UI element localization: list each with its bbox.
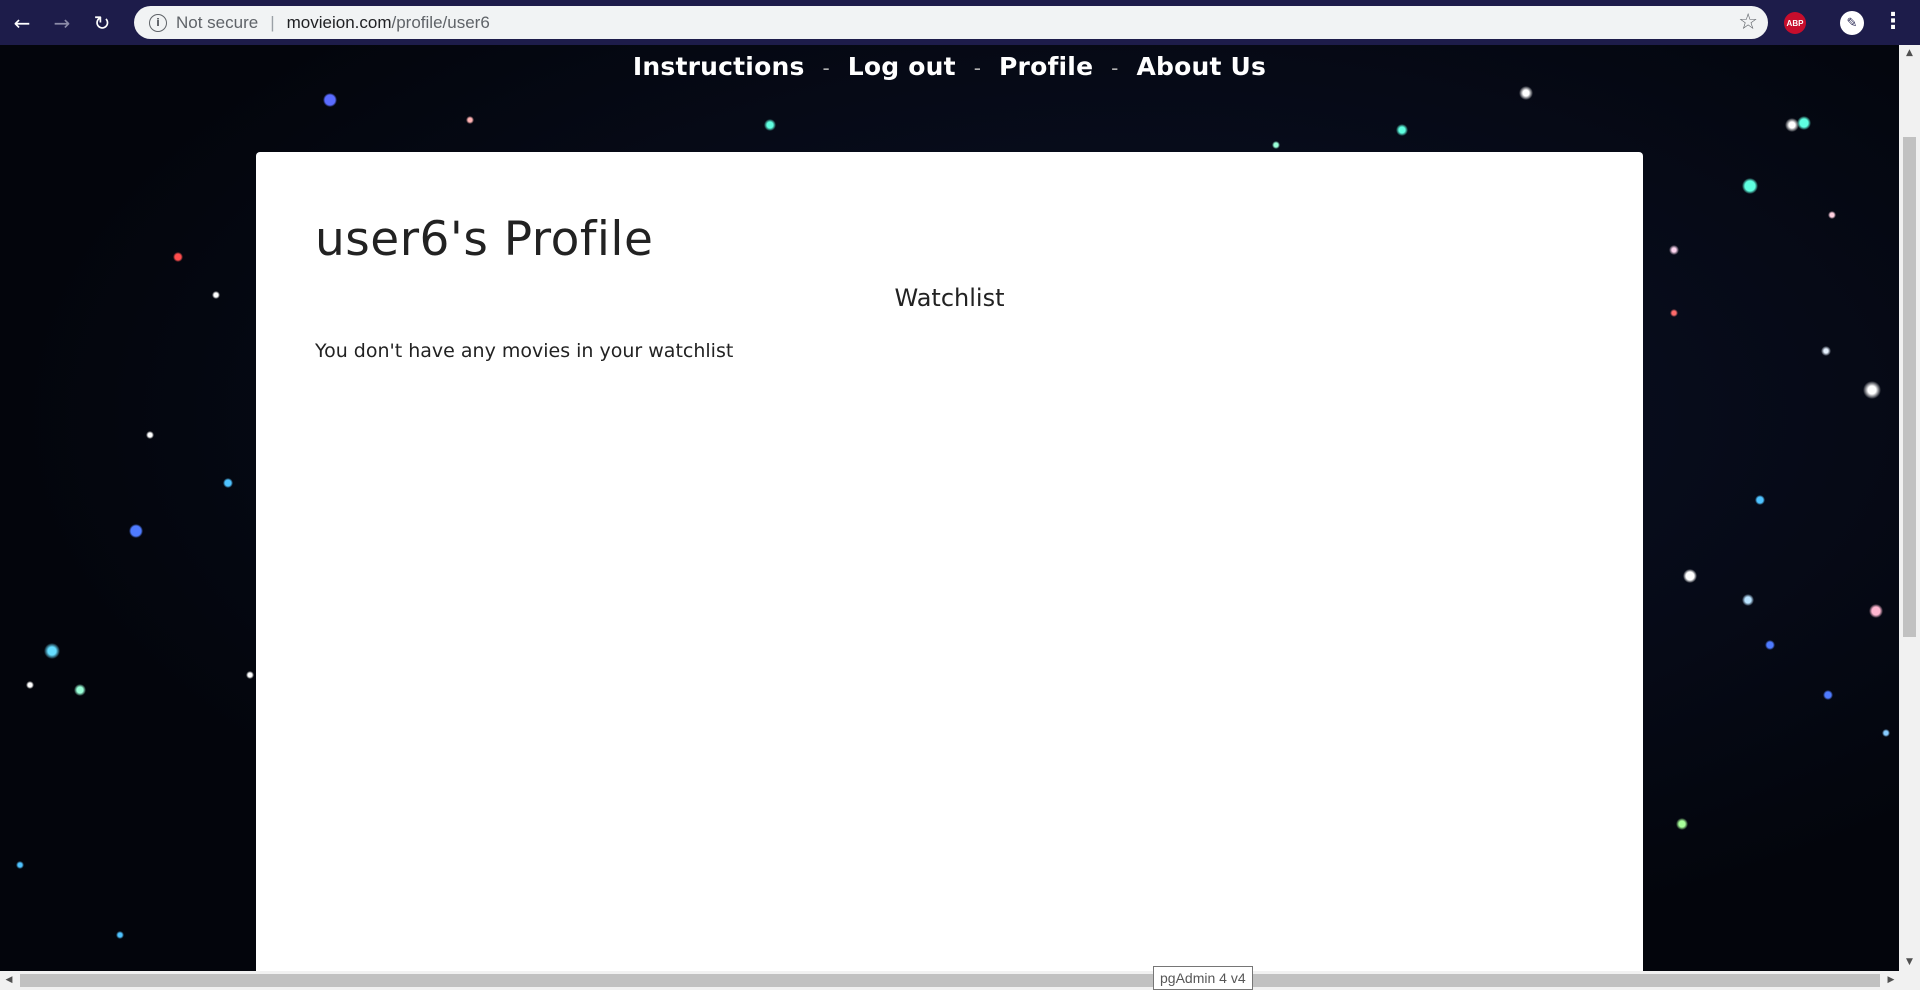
- forward-button[interactable]: →: [44, 5, 80, 41]
- scroll-left-icon[interactable]: ◀: [0, 971, 18, 990]
- reload-button[interactable]: ↻: [84, 5, 120, 41]
- scroll-up-icon[interactable]: ▲: [1899, 45, 1920, 62]
- address-bar[interactable]: i Not secure | movieion.com/profile/user…: [134, 6, 1768, 39]
- vertical-scroll-thumb[interactable]: [1903, 137, 1916, 637]
- page-viewport: Instructions - Log out - Profile - About…: [0, 45, 1899, 971]
- browser-toolbar: ← → ↻ i Not secure | movieion.com/profil…: [0, 0, 1920, 45]
- site-nav: Instructions - Log out - Profile - About…: [0, 52, 1899, 81]
- info-icon[interactable]: i: [149, 13, 167, 32]
- profile-card: user6's Profile Watchlist You don't have…: [256, 152, 1643, 971]
- scroll-right-icon[interactable]: ▶: [1882, 971, 1900, 990]
- tooltip: pgAdmin 4 v4: [1153, 966, 1253, 990]
- browser-menu-icon[interactable]: ⋮: [1882, 8, 1904, 36]
- nav-separator: -: [822, 56, 830, 80]
- nav-separator: -: [973, 56, 982, 80]
- bookmark-star-icon[interactable]: ☆: [1738, 10, 1758, 35]
- security-label: Not secure: [176, 12, 259, 32]
- url-domain: movieion.com: [286, 12, 392, 32]
- reload-icon: ↻: [93, 10, 111, 35]
- back-arrow-icon: ←: [13, 10, 31, 35]
- page-title: user6's Profile: [315, 212, 654, 267]
- url-path: /profile/user6: [391, 12, 490, 32]
- nav-link-instructions[interactable]: Instructions: [633, 52, 805, 81]
- watchlist-heading: Watchlist: [894, 284, 1005, 312]
- scroll-down-icon[interactable]: ▼: [1899, 954, 1920, 971]
- horizontal-scrollbar[interactable]: ◀ ▶: [0, 971, 1920, 990]
- nav-link-profile[interactable]: Profile: [999, 52, 1093, 81]
- horizontal-scroll-thumb[interactable]: [20, 974, 1880, 987]
- url-separator: |: [270, 12, 275, 32]
- extension-icon[interactable]: ✎: [1840, 11, 1864, 35]
- nav-link-about-us[interactable]: About Us: [1136, 52, 1266, 81]
- vertical-scrollbar[interactable]: ▲ ▼: [1899, 45, 1920, 971]
- forward-arrow-icon: →: [53, 10, 71, 35]
- watchlist-empty-message: You don't have any movies in your watchl…: [315, 340, 734, 362]
- nav-separator: -: [1111, 56, 1119, 80]
- back-button[interactable]: ←: [4, 5, 40, 41]
- nav-link-logout[interactable]: Log out: [848, 52, 956, 81]
- adblock-icon[interactable]: ABP: [1784, 12, 1806, 34]
